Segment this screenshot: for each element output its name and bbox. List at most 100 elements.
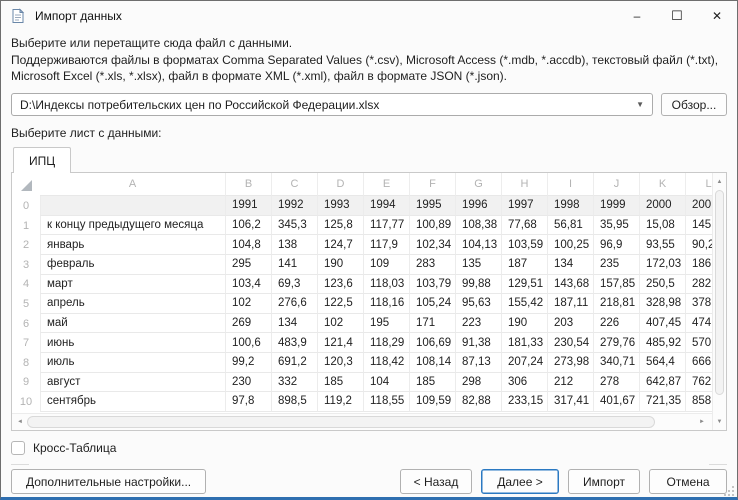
- cell[interactable]: 100,89: [410, 216, 456, 236]
- minimize-icon[interactable]: –: [617, 1, 657, 31]
- cell[interactable]: 1992: [272, 196, 318, 216]
- cell[interactable]: 190: [318, 255, 364, 275]
- column-header-C[interactable]: C: [272, 173, 318, 196]
- cell[interactable]: 117,77: [364, 216, 410, 236]
- cell[interactable]: 226: [594, 314, 640, 334]
- scroll-down-icon[interactable]: ▼: [713, 414, 726, 429]
- cell[interactable]: июль: [40, 353, 226, 373]
- column-header-D[interactable]: D: [318, 173, 364, 196]
- next-button[interactable]: Далее >: [481, 469, 559, 494]
- cell[interactable]: 109,59: [410, 392, 456, 412]
- back-button[interactable]: < Назад: [400, 469, 472, 494]
- cell[interactable]: 118,16: [364, 294, 410, 314]
- cell[interactable]: 187: [502, 255, 548, 275]
- cell[interactable]: 15,08: [640, 216, 686, 236]
- row-header-2[interactable]: 2: [12, 235, 40, 255]
- cell[interactable]: 276,6: [272, 294, 318, 314]
- cell[interactable]: 207,24: [502, 353, 548, 373]
- column-header-J[interactable]: J: [594, 173, 640, 196]
- cell[interactable]: 96,9: [594, 235, 640, 255]
- file-path-combobox[interactable]: D:\Индексы потребительских цен по Россий…: [11, 93, 653, 116]
- scroll-up-icon[interactable]: ▲: [713, 174, 726, 189]
- cell[interactable]: 1995: [410, 196, 456, 216]
- cell[interactable]: 485,92: [640, 333, 686, 353]
- column-header-G[interactable]: G: [456, 173, 502, 196]
- cell[interactable]: 306: [502, 373, 548, 393]
- cell[interactable]: 141: [272, 255, 318, 275]
- cell[interactable]: январь: [40, 235, 226, 255]
- cell[interactable]: 898,5: [272, 392, 318, 412]
- column-header-B[interactable]: B: [226, 173, 272, 196]
- cell[interactable]: 124,7: [318, 235, 364, 255]
- cell[interactable]: 102: [318, 314, 364, 334]
- browse-button[interactable]: Обзор...: [661, 93, 727, 116]
- cell[interactable]: 340,71: [594, 353, 640, 373]
- cell[interactable]: 1997: [502, 196, 548, 216]
- resize-grip-icon[interactable]: [724, 486, 734, 496]
- cell[interactable]: 108,14: [410, 353, 456, 373]
- cell[interactable]: 104,8: [226, 235, 272, 255]
- cell[interactable]: 1996: [456, 196, 502, 216]
- cell[interactable]: 283: [410, 255, 456, 275]
- cell[interactable]: 103,79: [410, 275, 456, 295]
- cell[interactable]: 218,81: [594, 294, 640, 314]
- vertical-scrollbar[interactable]: ▲ ▼: [712, 173, 726, 430]
- cell[interactable]: 278: [594, 373, 640, 393]
- cell[interactable]: март: [40, 275, 226, 295]
- cell[interactable]: 93,55: [640, 235, 686, 255]
- cell[interactable]: апрель: [40, 294, 226, 314]
- cell[interactable]: 190: [502, 314, 548, 334]
- cell[interactable]: 134: [272, 314, 318, 334]
- cell[interactable]: 118,55: [364, 392, 410, 412]
- cell[interactable]: 1993: [318, 196, 364, 216]
- cell[interactable]: 317,41: [548, 392, 594, 412]
- cell[interactable]: 69,3: [272, 275, 318, 295]
- scroll-left-icon[interactable]: ◄: [13, 414, 27, 430]
- row-header-3[interactable]: 3: [12, 255, 40, 275]
- cell[interactable]: 345,3: [272, 216, 318, 236]
- cell[interactable]: 1994: [364, 196, 410, 216]
- cell[interactable]: 118,03: [364, 275, 410, 295]
- cell[interactable]: 77,68: [502, 216, 548, 236]
- cell[interactable]: 122,5: [318, 294, 364, 314]
- vertical-scroll-thumb[interactable]: [715, 190, 724, 395]
- cell[interactable]: 121,4: [318, 333, 364, 353]
- cell[interactable]: 138: [272, 235, 318, 255]
- cell[interactable]: 564,4: [640, 353, 686, 373]
- column-header-I[interactable]: I: [548, 173, 594, 196]
- cell[interactable]: 97,8: [226, 392, 272, 412]
- cell[interactable]: 102,34: [410, 235, 456, 255]
- cell[interactable]: 269: [226, 314, 272, 334]
- import-button[interactable]: Импорт: [568, 469, 640, 494]
- cell[interactable]: 109: [364, 255, 410, 275]
- cell[interactable]: 171: [410, 314, 456, 334]
- cell[interactable]: май: [40, 314, 226, 334]
- row-header-1[interactable]: 1: [12, 216, 40, 236]
- cell[interactable]: 401,67: [594, 392, 640, 412]
- cell[interactable]: 230: [226, 373, 272, 393]
- column-header-E[interactable]: E: [364, 173, 410, 196]
- cell[interactable]: 123,6: [318, 275, 364, 295]
- select-all-corner[interactable]: [12, 173, 40, 196]
- cell[interactable]: 332: [272, 373, 318, 393]
- row-header-9[interactable]: 9: [12, 373, 40, 393]
- column-header-F[interactable]: F: [410, 173, 456, 196]
- row-header-5[interactable]: 5: [12, 294, 40, 314]
- horizontal-scrollbar[interactable]: ◄ ►: [12, 413, 712, 430]
- cell[interactable]: 721,35: [640, 392, 686, 412]
- cell[interactable]: 119,2: [318, 392, 364, 412]
- cell[interactable]: 223: [456, 314, 502, 334]
- cell[interactable]: 106,69: [410, 333, 456, 353]
- cell[interactable]: 104,13: [456, 235, 502, 255]
- cell[interactable]: 155,42: [502, 294, 548, 314]
- cell[interactable]: [40, 196, 226, 216]
- cell[interactable]: 117,9: [364, 235, 410, 255]
- cell[interactable]: 212: [548, 373, 594, 393]
- row-header-7[interactable]: 7: [12, 333, 40, 353]
- cell[interactable]: 691,2: [272, 353, 318, 373]
- cell[interactable]: 35,95: [594, 216, 640, 236]
- cell[interactable]: 273,98: [548, 353, 594, 373]
- cell[interactable]: 250,5: [640, 275, 686, 295]
- cell[interactable]: 56,81: [548, 216, 594, 236]
- advanced-settings-button[interactable]: Дополнительные настройки...: [11, 469, 206, 494]
